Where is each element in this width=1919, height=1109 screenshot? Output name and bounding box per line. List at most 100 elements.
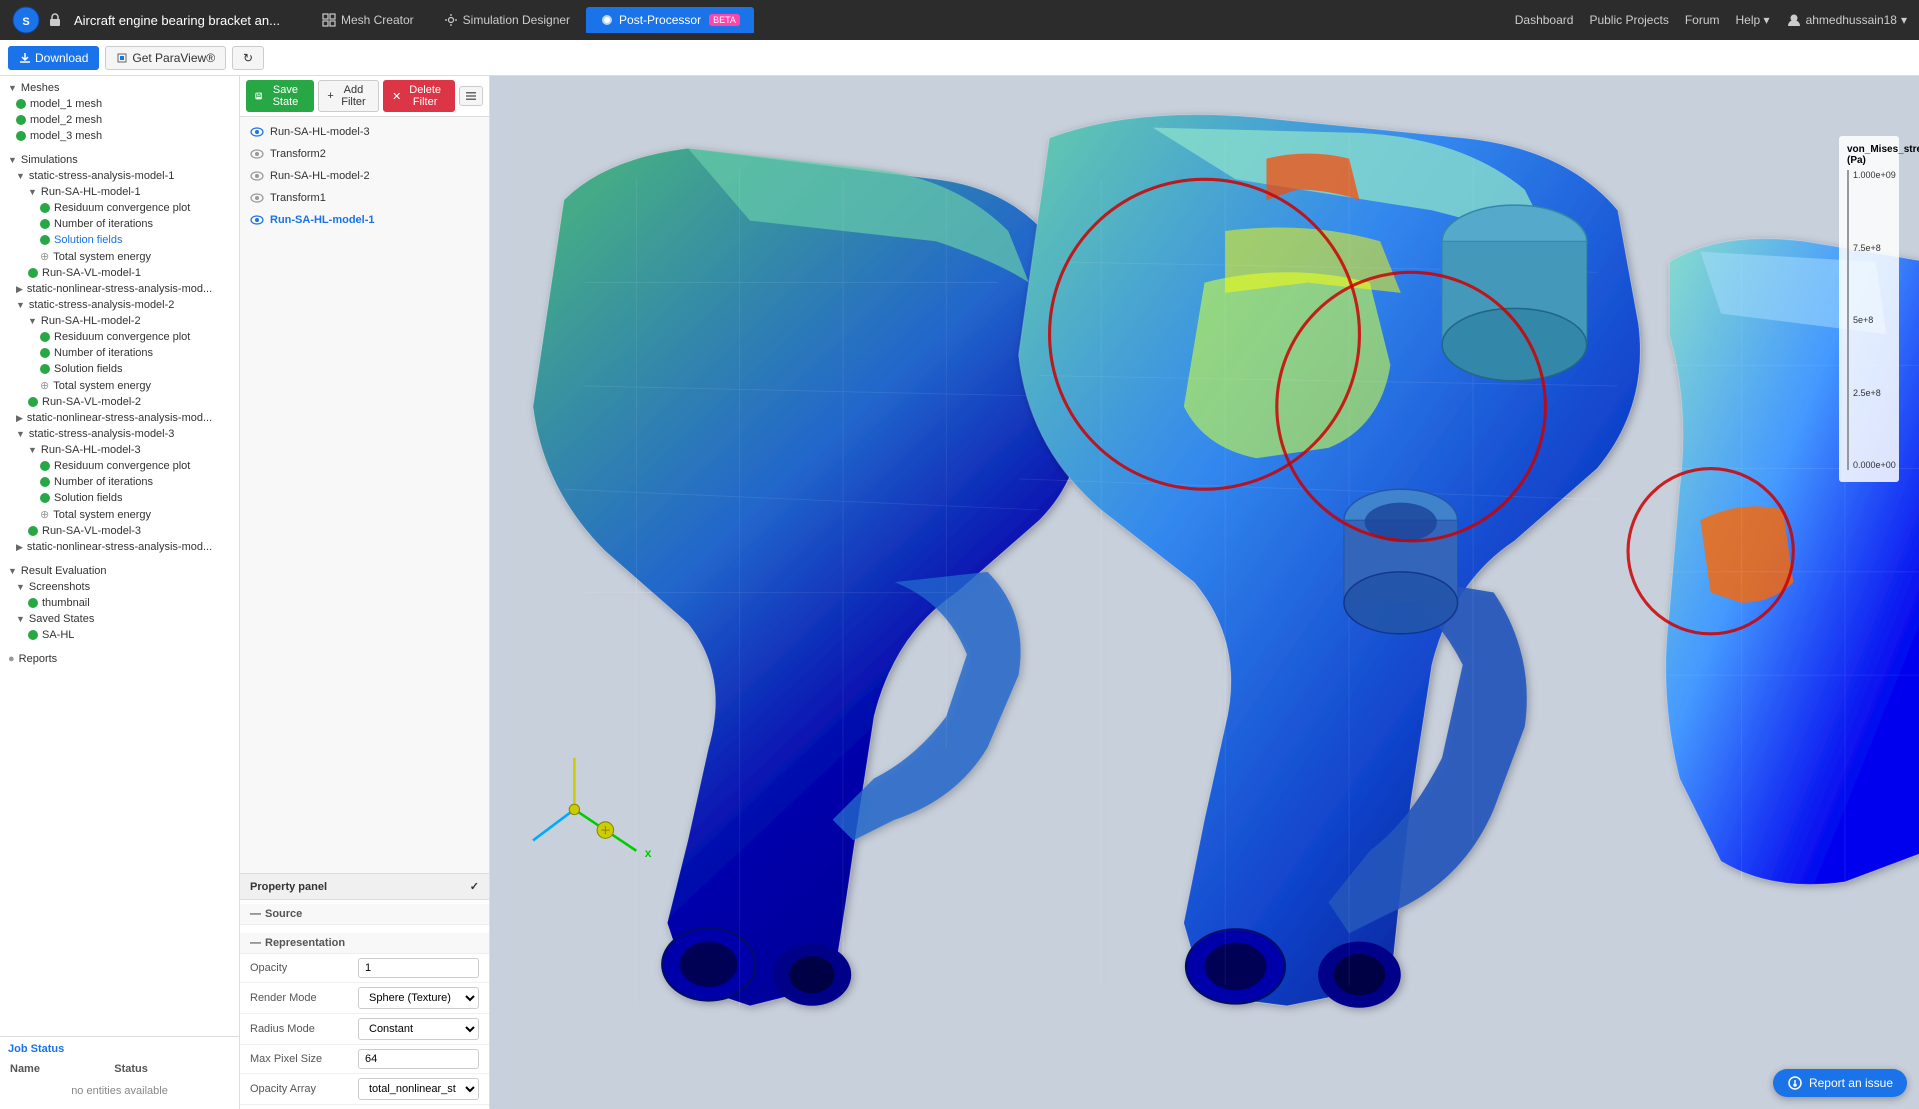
residuum-plot-1[interactable]: Residuum convergence plot	[0, 200, 239, 216]
green-status-icon	[40, 235, 50, 245]
num-iterations-2[interactable]: Number of iterations	[0, 345, 239, 361]
viewport-3d[interactable]: x von_Mises_stress (Pa) 1.000e+09 7.5e+8…	[490, 76, 1919, 1109]
sim-2[interactable]: ▼ static-stress-analysis-model-2	[0, 297, 239, 313]
opacity-array-select[interactable]: total_nonlinear_strain von_Mises_stress …	[358, 1078, 479, 1100]
mesh-model2[interactable]: model_2 mesh	[0, 112, 239, 128]
run-sa-vl-model-2[interactable]: Run-SA-VL-model-2	[0, 394, 239, 410]
saved-states-item[interactable]: ▼ Saved States	[0, 611, 239, 627]
representation-section: — Representation Opacity Render Mode Sph…	[240, 929, 489, 1109]
simulations-header[interactable]: ▼ Simulations	[0, 152, 239, 168]
tab-mesh-creator[interactable]: Mesh Creator	[308, 7, 428, 33]
reports-section: ● Reports	[0, 647, 239, 671]
options-icon	[465, 90, 477, 102]
legend-title: von_Mises_stress (Pa)	[1847, 144, 1891, 166]
job-status-section: Job Status Name Status no entities avail…	[0, 1036, 239, 1109]
property-panel-header[interactable]: Property panel ✓	[240, 874, 489, 900]
run-sa-vl-model-1[interactable]: Run-SA-VL-model-1	[0, 265, 239, 281]
max-pixel-input[interactable]	[358, 1049, 479, 1069]
mesh-model1[interactable]: model_1 mesh	[0, 96, 239, 112]
delete-filter-button[interactable]: ✕ Delete Filter	[383, 80, 455, 112]
svg-text:S: S	[22, 16, 29, 28]
pipeline-item-4[interactable]: Run-SA-HL-model-1	[240, 209, 489, 231]
meshes-section: ▼ Meshes model_1 mesh model_2 mesh model…	[0, 76, 239, 148]
num-iterations-3[interactable]: Number of iterations	[0, 474, 239, 490]
middle-panel: Save State + Add Filter ✕ Delete Filter	[240, 76, 490, 1109]
mesh-model3[interactable]: model_3 mesh	[0, 128, 239, 144]
color-legend: von_Mises_stress (Pa) 1.000e+09 7.5e+8 5…	[1839, 136, 1899, 482]
result-eval-header[interactable]: ▼ Result Evaluation	[0, 563, 239, 579]
pipeline-item-3[interactable]: Transform1	[240, 187, 489, 209]
refresh-button[interactable]: ↻	[232, 46, 264, 70]
settings-icon	[444, 13, 458, 27]
legend-min: 0.000e+00	[1853, 460, 1896, 470]
download-button[interactable]: Download	[8, 46, 99, 70]
public-projects-link[interactable]: Public Projects	[1589, 13, 1668, 27]
job-status-empty: no entities available	[8, 1079, 231, 1103]
eye-closed-icon	[250, 191, 264, 205]
run-sa-vl-model-3[interactable]: Run-SA-VL-model-3	[0, 523, 239, 539]
rep-caret: —	[250, 937, 261, 949]
legend-val2: 5e+8	[1853, 315, 1896, 325]
reports-header[interactable]: ● Reports	[0, 651, 239, 667]
report-icon	[1787, 1075, 1803, 1091]
beta-badge: BETA	[709, 14, 740, 26]
sa-hl-item[interactable]: SA-HL	[0, 627, 239, 643]
meshes-header[interactable]: ▼ Meshes	[0, 80, 239, 96]
report-issue-label: Report an issue	[1809, 1076, 1893, 1090]
panel-options-button[interactable]	[459, 86, 483, 106]
opacity-input[interactable]	[358, 958, 479, 978]
user-dropdown-icon: ▾	[1901, 13, 1907, 27]
help-menu[interactable]: Help ▾	[1736, 13, 1770, 27]
residuum-plot-3[interactable]: Residuum convergence plot	[0, 458, 239, 474]
paraview-icon	[116, 52, 128, 64]
total-energy-3[interactable]: ⊕ Total system energy	[0, 506, 239, 523]
sim-3[interactable]: ▼ static-stress-analysis-model-3	[0, 426, 239, 442]
green-status-icon	[40, 461, 50, 471]
tab-simulation-designer[interactable]: Simulation Designer	[430, 7, 584, 33]
report-issue-button[interactable]: Report an issue	[1773, 1069, 1907, 1097]
radius-mode-select[interactable]: Constant Variable	[358, 1018, 479, 1040]
job-status-title: Job Status	[8, 1043, 231, 1055]
svg-text:x: x	[645, 846, 652, 860]
reports-bullet: ●	[8, 653, 15, 665]
forum-link[interactable]: Forum	[1685, 13, 1720, 27]
solution-fields-2[interactable]: Solution fields	[0, 361, 239, 377]
username: ahmedhussain18	[1806, 13, 1897, 27]
render-mode-select[interactable]: Sphere (Texture) Points Wireframe	[358, 987, 479, 1009]
tab-post-processor-label: Post-Processor	[619, 13, 701, 27]
top-nav: S Aircraft engine bearing bracket an... …	[0, 0, 1919, 40]
sims-caret: ▼	[8, 155, 17, 165]
radius-mode-label: Radius Mode	[250, 1023, 350, 1035]
pipeline-item-0[interactable]: Run-SA-HL-model-3	[240, 121, 489, 143]
source-header[interactable]: — Source	[240, 904, 489, 925]
run-sa-hl-model-2[interactable]: ▼ Run-SA-HL-model-2	[0, 313, 239, 329]
solution-fields-3[interactable]: Solution fields	[0, 490, 239, 506]
sim-nonlinear-3[interactable]: ▶ static-nonlinear-stress-analysis-mod..…	[0, 539, 239, 555]
sim-nonlinear-1[interactable]: ▶ static-nonlinear-stress-analysis-mod..…	[0, 281, 239, 297]
job-status-table: Name Status	[8, 1059, 231, 1079]
total-energy-1[interactable]: ⊕ Total system energy	[0, 248, 239, 265]
solution-fields-1[interactable]: Solution fields	[0, 232, 239, 248]
user-menu[interactable]: ahmedhussain18 ▾	[1786, 12, 1907, 28]
dashboard-link[interactable]: Dashboard	[1515, 13, 1574, 27]
pipeline-item-2[interactable]: Run-SA-HL-model-2	[240, 165, 489, 187]
num-iterations-1[interactable]: Number of iterations	[0, 216, 239, 232]
total-energy-2[interactable]: ⊕ Total system energy	[0, 377, 239, 394]
save-state-button[interactable]: Save State	[246, 80, 314, 112]
pipeline-item-1[interactable]: Transform2	[240, 143, 489, 165]
green-status-icon	[40, 493, 50, 503]
residuum-plot-2[interactable]: Residuum convergence plot	[0, 329, 239, 345]
sim-nonlinear-2[interactable]: ▶ static-nonlinear-stress-analysis-mod..…	[0, 410, 239, 426]
sim-1[interactable]: ▼ static-stress-analysis-model-1	[0, 168, 239, 184]
source-label: Source	[265, 908, 302, 920]
paraview-button[interactable]: Get ParaView®	[105, 46, 226, 70]
property-panel: Property panel ✓ — Source — Representati…	[240, 873, 489, 1109]
green-status-icon	[16, 131, 26, 141]
run-sa-hl-model-1[interactable]: ▼ Run-SA-HL-model-1	[0, 184, 239, 200]
thumbnail-item[interactable]: thumbnail	[0, 595, 239, 611]
representation-header[interactable]: — Representation	[240, 933, 489, 954]
screenshots-item[interactable]: ▼ Screenshots	[0, 579, 239, 595]
add-filter-button[interactable]: + Add Filter	[318, 80, 379, 112]
run-sa-hl-model-3[interactable]: ▼ Run-SA-HL-model-3	[0, 442, 239, 458]
tab-post-processor[interactable]: Post-Processor BETA	[586, 7, 754, 33]
